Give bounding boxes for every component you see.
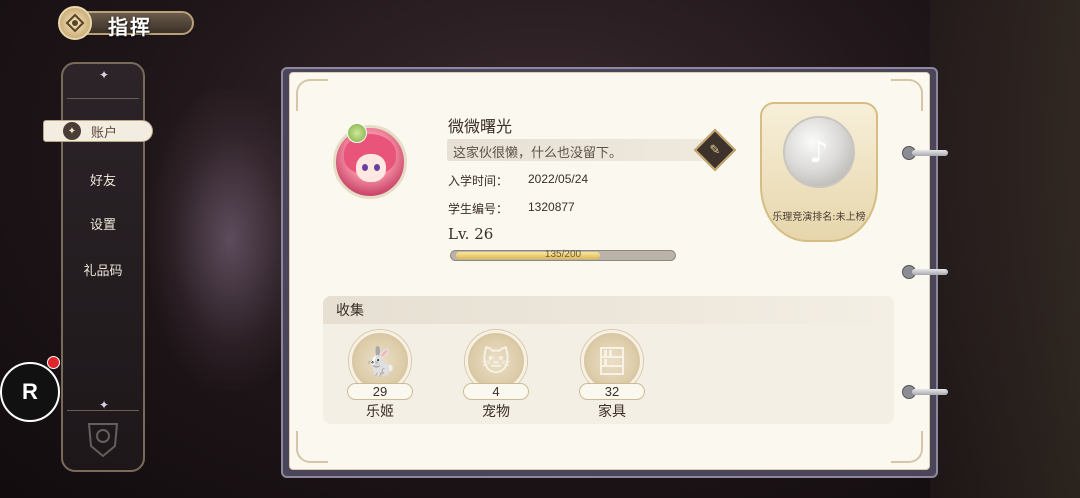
rank-badge[interactable]: ♪ 乐理竞演排名:未上榜 [760,102,878,254]
sidebar-item-friends[interactable]: 好友 [63,170,143,189]
r-button-label: R [22,379,38,404]
player-name: 微微曙光 [448,117,513,136]
star-icon: ✦ [99,398,110,412]
xp-text: 135/200 [544,249,582,260]
command-emblem-icon[interactable] [58,6,92,40]
binder-ring [902,265,948,279]
collection-count: 32 [579,383,645,400]
star-icon: ✦ [99,68,110,82]
sidebar-item-account[interactable]: ✦ 账户 [43,120,153,142]
collection-count: 4 [463,383,529,400]
sidebar-item-label: 账户 [91,125,118,141]
account-icon: ✦ [63,122,81,140]
collection-item-furniture[interactable]: 32 家具 [579,330,645,420]
page-title: 指挥 [108,15,152,39]
collection-label: 乐姬 [366,404,394,420]
collection-item-pets[interactable]: 🐱 4 宠物 [463,330,529,420]
divider [67,98,139,99]
collection-label: 宠物 [482,404,510,420]
notification-dot [47,356,60,369]
collection-count: 29 [347,383,413,400]
collection-item-musicians[interactable]: 🐇 29 乐姬 [347,330,413,420]
sidebar-item-settings[interactable]: 设置 [63,214,143,233]
collection-label: 家具 [598,404,626,420]
signature-text: 这家伙很懒，什么也没留下。 [453,146,623,161]
r-shortcut-button[interactable]: R [0,362,60,422]
avatar[interactable] [333,125,407,199]
enroll-date-value: 2022/05/24 [528,172,589,186]
page-header: 指挥 [58,6,194,40]
sidebar-item-giftcode[interactable]: 礼品码 [63,260,143,279]
collection-title: 收集 [336,303,364,319]
enroll-date-label: 入学时间： [448,174,509,188]
rank-label: 乐理竞演排名:未上榜 [772,212,866,223]
binder-ring [902,146,948,160]
avatar-frame-badge-icon [347,123,367,143]
binder-ring [902,385,948,399]
student-id-label: 学生编号： [448,202,509,216]
sidebar: ✦ ✦ 账户 好友 设置 礼品码 ✦ [43,62,153,472]
student-id-value: 1320877 [528,200,575,214]
collection-header [323,296,894,324]
rank-medal-icon: ♪ [783,116,855,188]
crest-icon [87,423,119,458]
quill-icon: ✎ [709,142,721,158]
level-label: Lv. 26 [448,225,494,243]
